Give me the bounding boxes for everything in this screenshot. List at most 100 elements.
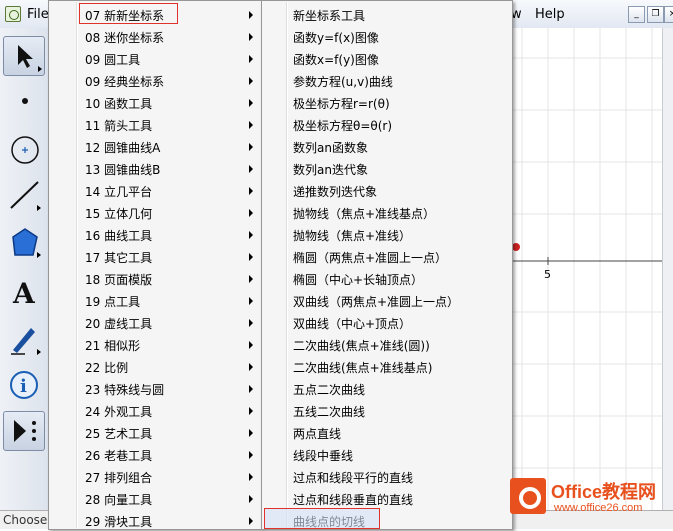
menu2-item[interactable]: 线段中垂线 (262, 443, 512, 465)
menu2-item[interactable]: 极坐标方程θ=θ(r) (262, 113, 512, 135)
watermark-title: Office教程网 (551, 482, 657, 502)
sketch-canvas[interactable]: 5 (512, 28, 662, 510)
menu2-item-label: 双曲线（中心+顶点） (293, 317, 412, 331)
menu1-item[interactable]: 12 圆锥曲线A (49, 135, 261, 157)
menu2-item[interactable]: 两点直线 (262, 421, 512, 443)
menu1-item[interactable]: 14 立几平台 (49, 179, 261, 201)
menu2-item[interactable]: 过点和线段垂直的直线 (262, 487, 512, 509)
menu1-item[interactable]: 08 迷你坐标系 (49, 25, 261, 47)
menu2-item-label: 过点和线段垂直的直线 (293, 493, 414, 507)
menu1-item-label: 16 曲线工具 (85, 229, 153, 243)
menu2-item[interactable]: 双曲线（两焦点+准圆上一点） (262, 289, 512, 311)
menu2-item-label: 二次曲线(焦点+准线(圆)) (293, 339, 430, 353)
menu-file[interactable]: File (27, 7, 49, 22)
text-tool[interactable]: A (3, 273, 43, 311)
svg-text:A: A (12, 277, 36, 310)
menu2-item-label: 递推数列迭代象 (293, 185, 378, 199)
menu1-item[interactable]: 10 函数工具 (49, 91, 261, 113)
menu2-item[interactable]: 椭圆（中心+长轴顶点） (262, 267, 512, 289)
menu1-item[interactable]: 28 向量工具 (49, 487, 261, 509)
submenu-arrow-icon (249, 187, 253, 195)
menu2-item[interactable]: 二次曲线(焦点+准线基点) (262, 355, 512, 377)
custom-tool[interactable] (3, 411, 45, 451)
menu1-item[interactable]: 23 特殊线与圆 (49, 377, 261, 399)
submenu-arrow-icon (249, 297, 253, 305)
menu2-item[interactable]: 参数方程(u,v)曲线 (262, 69, 512, 91)
menu2-item-label: 线段中垂线 (293, 449, 354, 463)
submenu-arrow-icon (249, 407, 253, 415)
menu2-item[interactable]: 椭圆（两焦点+准圆上一点） (262, 245, 512, 267)
compass-tool[interactable] (3, 128, 43, 166)
point-tool[interactable] (3, 80, 43, 118)
point-tool-icon (22, 98, 28, 104)
menu1-item[interactable]: 22 比例 (49, 355, 261, 377)
menu2-item[interactable]: 抛物线（焦点+准线） (262, 223, 512, 245)
polygon-tool[interactable] (3, 223, 43, 261)
menu1-item[interactable]: 21 相似形 (49, 333, 261, 355)
menu1-item[interactable]: 07 新新坐标系 (49, 3, 261, 25)
menu1-item[interactable]: 27 排列组合 (49, 465, 261, 487)
menu2-item[interactable]: 数列an迭代象 (262, 157, 512, 179)
menu2-item[interactable]: 抛物线（焦点+准线基点） (262, 201, 512, 223)
compass-tool-icon (11, 136, 39, 164)
menu1-item-label: 27 排列组合 (85, 471, 153, 485)
submenu-arrow-icon (249, 385, 253, 393)
menu-help[interactable]: Help (535, 7, 565, 22)
line-tool[interactable] (3, 176, 43, 214)
menu1-item-label: 20 虚线工具 (85, 317, 153, 331)
menu2-item[interactable]: 五点二次曲线 (262, 377, 512, 399)
menu2-item[interactable]: 函数y=f(x)图像 (262, 25, 512, 47)
menu1-item[interactable]: 19 点工具 (49, 289, 261, 311)
menu1-item[interactable]: 24 外观工具 (49, 399, 261, 421)
menu1-item[interactable]: 15 立体几何 (49, 201, 261, 223)
arrow-tool[interactable] (3, 36, 45, 76)
restore-button[interactable]: ❐ (647, 6, 664, 23)
submenu-arrow-icon (249, 121, 253, 129)
info-tool[interactable]: i (3, 366, 43, 404)
menu2-item[interactable]: 极坐标方程r=r(θ) (262, 91, 512, 113)
menu2-item-label: 数列an函数象 (293, 141, 368, 155)
menu1-item[interactable]: 17 其它工具 (49, 245, 261, 267)
menu2-item[interactable]: 递推数列迭代象 (262, 179, 512, 201)
menu2-item-label: 过点和线段平行的直线 (293, 471, 414, 485)
menu2-item-label: 新坐标系工具 (293, 9, 366, 23)
submenu-arrow-icon (249, 55, 253, 63)
menu2-item-label: 曲线点的切线 (293, 515, 366, 529)
menu1-item[interactable]: 26 老巷工具 (49, 443, 261, 465)
close-button[interactable]: × (664, 6, 673, 23)
menu2-item-label: 参数方程(u,v)曲线 (293, 75, 393, 89)
menu2-item[interactable]: 五线二次曲线 (262, 399, 512, 421)
office-logo-icon (510, 478, 546, 514)
grid-layer (512, 28, 662, 510)
menu2-item-label: 极坐标方程θ=θ(r) (293, 119, 393, 133)
svg-text:i: i (20, 376, 27, 397)
curve-point[interactable] (512, 243, 520, 251)
menu1-item-label: 09 经典坐标系 (85, 75, 165, 89)
menu2-item[interactable]: 数列an函数象 (262, 135, 512, 157)
submenu-arrow-icon (249, 231, 253, 239)
menu1-item[interactable]: 09 经典坐标系 (49, 69, 261, 91)
menu2-item[interactable]: 双曲线（中心+顶点） (262, 311, 512, 333)
menu1-item[interactable]: 18 页面模版 (49, 267, 261, 289)
menu2-item[interactable]: 二次曲线(焦点+准线(圆)) (262, 333, 512, 355)
vertical-scrollbar[interactable] (662, 28, 673, 510)
menu2-item[interactable]: 函数x=f(y)图像 (262, 47, 512, 69)
menu1-item[interactable]: 11 箭头工具 (49, 113, 261, 135)
menu2-item[interactable]: 过点和线段平行的直线 (262, 465, 512, 487)
menu2-item[interactable]: 新坐标系工具 (262, 3, 512, 25)
minimize-button[interactable]: _ (628, 6, 645, 23)
menu1-item-label: 09 圆工具 (85, 53, 141, 67)
menu1-item[interactable]: 13 圆锥曲线B (49, 157, 261, 179)
menu1-item[interactable]: 09 圆工具 (49, 47, 261, 69)
marker-tool[interactable] (3, 320, 43, 358)
menu1-item[interactable]: 25 艺术工具 (49, 421, 261, 443)
menu1-item[interactable]: 16 曲线工具 (49, 223, 261, 245)
menu1-item[interactable]: 20 虚线工具 (49, 311, 261, 333)
menu1-item-label: 14 立几平台 (85, 185, 153, 199)
menu2-item-label: 椭圆（中心+长轴顶点） (293, 273, 424, 287)
app-icon[interactable] (5, 6, 21, 22)
menu2-item-label: 数列an迭代象 (293, 163, 368, 177)
menu1-item-label: 26 老巷工具 (85, 449, 153, 463)
menu1-item-label: 29 滑块工具 (85, 515, 153, 529)
menu2-item-label: 五线二次曲线 (293, 405, 366, 419)
